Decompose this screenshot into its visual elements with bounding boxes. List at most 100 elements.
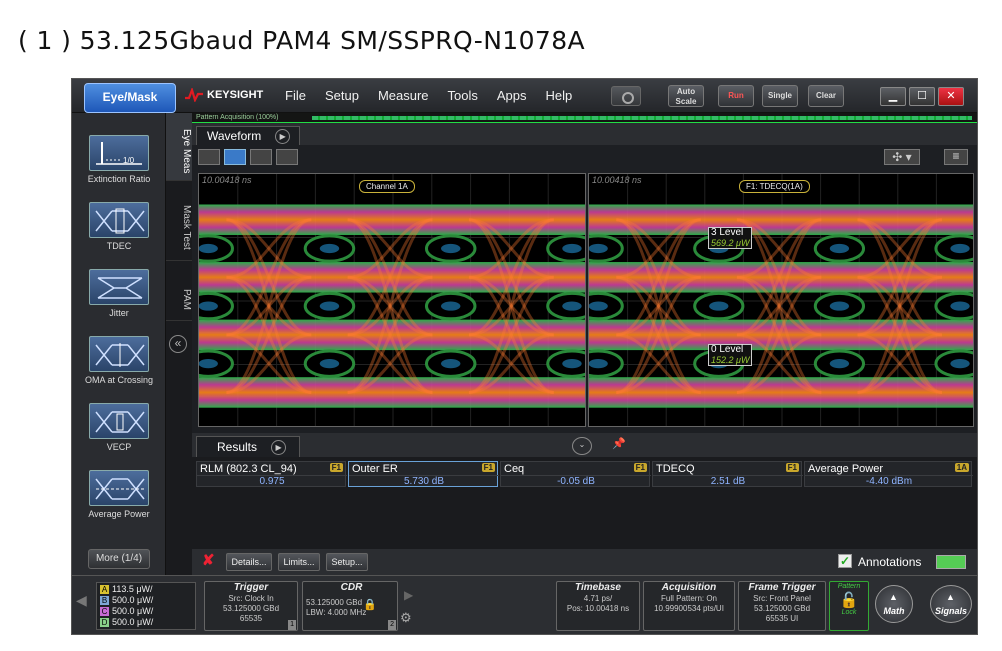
brand-name: KEYSIGHT bbox=[207, 89, 264, 101]
trigger-status[interactable]: Trigger Src: Clock In 53.125000 GBd 6553… bbox=[204, 581, 298, 631]
extinction-ratio-meas[interactable]: 1/0 Extinction Ratio bbox=[72, 135, 166, 184]
tdec-label: TDEC bbox=[106, 241, 132, 251]
layout-grid-icon[interactable] bbox=[276, 149, 298, 165]
frame-trigger-title: Frame Trigger bbox=[748, 582, 816, 593]
level-3-name: 3 Level bbox=[711, 227, 744, 238]
play-icon[interactable]: ▶ bbox=[275, 129, 291, 145]
channel-a-badge: A bbox=[100, 585, 109, 594]
single-button[interactable]: Single bbox=[762, 85, 798, 107]
acquisition-status[interactable]: Acquisition Full Pattern: On 10.99900534… bbox=[643, 581, 735, 631]
eye-diagram-tdecq[interactable]: 10.00418 ns F1: TDECQ(1A) 3 Level 569.2 … bbox=[588, 173, 974, 427]
vecp-icon bbox=[89, 403, 149, 439]
math-button[interactable]: ▲ Math bbox=[875, 585, 913, 623]
more-button[interactable]: More (1/4) bbox=[88, 549, 150, 569]
signals-button[interactable]: ▲ Signals bbox=[930, 585, 972, 623]
result-value: -4.40 dBm bbox=[805, 475, 973, 487]
result-average-power[interactable]: Average Power 1A -4.40 dBm bbox=[804, 461, 973, 487]
result-tdecq[interactable]: TDECQ F1 2.51 dB bbox=[652, 461, 803, 487]
menu-setup[interactable]: Setup bbox=[325, 88, 359, 103]
cdr-status[interactable]: CDR 53.125000 GBd LBW: 4.000 MHz 🔒 2 bbox=[302, 581, 398, 631]
collapse-panel-icon[interactable]: « bbox=[169, 335, 187, 353]
oma-label: OMA at Crossing bbox=[84, 375, 154, 385]
menu-file[interactable]: File bbox=[285, 88, 306, 103]
maximize-icon[interactable]: ☐ bbox=[909, 87, 935, 106]
frame-trigger-status[interactable]: Frame Trigger Src: Front Panel 53.125000… bbox=[738, 581, 826, 631]
eye-diagram-channel-1a[interactable]: 10.00418 ns Channel 1A bbox=[198, 173, 586, 427]
result-outer-er[interactable]: Outer ER F1 5.730 dB bbox=[348, 461, 499, 487]
top-toolbar: Eye/Mask KEYSIGHT File Setup Measure Too… bbox=[72, 79, 977, 113]
menu-measure[interactable]: Measure bbox=[378, 88, 429, 103]
scroll-right-icon[interactable]: ▶ bbox=[404, 588, 413, 602]
tab-eye-meas[interactable]: Eye Meas bbox=[166, 113, 192, 181]
layout-split-icon[interactable] bbox=[224, 149, 246, 165]
cdr-title: CDR bbox=[340, 582, 363, 593]
result-source-tag: 1A bbox=[954, 463, 969, 472]
timebase-status[interactable]: Timebase 4.71 ps/ Pos: 10.00418 ns bbox=[556, 581, 640, 631]
trigger-index-badge: 1 bbox=[288, 620, 296, 630]
channel-b-row: B 500.0 μW/ bbox=[100, 595, 195, 606]
cdr-index-badge: 2 bbox=[388, 620, 396, 630]
menu-apps[interactable]: Apps bbox=[497, 88, 527, 103]
level-0-annotation: 0 Level 152.2 μW bbox=[708, 344, 753, 366]
acquisition-progress-fill bbox=[312, 116, 972, 120]
channel-scales[interactable]: A 113.5 μW/ B 500.0 μW/ C 500.0 μW/ D 500.0 … bbox=[96, 582, 196, 630]
gear-icon[interactable]: ⚙ bbox=[400, 610, 412, 626]
average-power-label: Average Power bbox=[88, 509, 150, 519]
measurement-palette: 1/0 Extinction Ratio TDEC Jitter OMA at … bbox=[72, 113, 166, 575]
layout-single-icon[interactable] bbox=[198, 149, 220, 165]
tdec-meas[interactable]: TDEC bbox=[72, 202, 166, 251]
result-ceq[interactable]: Ceq F1 -0.05 dB bbox=[500, 461, 651, 487]
minimize-icon[interactable]: ▁ bbox=[880, 87, 906, 106]
details-button[interactable]: Details... bbox=[226, 553, 272, 571]
setup-button[interactable]: Setup... bbox=[326, 553, 368, 571]
result-rlm[interactable]: RLM (802.3 CL_94) F1 0.975 bbox=[196, 461, 347, 487]
camera-icon[interactable] bbox=[611, 86, 641, 106]
results-actions-row: ✘ Details... Limits... Setup... ✓ Annota… bbox=[192, 549, 977, 575]
eye-pattern-graphic bbox=[199, 174, 585, 426]
eye-pattern-graphic bbox=[589, 174, 973, 426]
limits-button[interactable]: Limits... bbox=[278, 553, 320, 571]
eye-mask-mode-button[interactable]: Eye/Mask bbox=[84, 83, 176, 113]
vecp-meas[interactable]: VECP bbox=[72, 403, 166, 452]
signals-label: Signals bbox=[934, 606, 967, 616]
figure-caption: ( 1 ) 53.125Gbaud PAM4 SM/SSPRQ-N1078A bbox=[18, 26, 586, 55]
close-icon[interactable]: ✕ bbox=[938, 87, 964, 106]
tab-results[interactable]: Results ▶ bbox=[196, 436, 300, 457]
average-power-meas[interactable]: Average Power bbox=[72, 470, 166, 519]
tdec-icon bbox=[89, 202, 149, 238]
oma-at-crossing-meas[interactable]: OMA at Crossing bbox=[72, 336, 166, 385]
scroll-left-icon[interactable]: ◀ bbox=[76, 592, 87, 609]
results-tab-row: Results ▶ ⌄ 📌 bbox=[192, 433, 977, 457]
result-name: Ceq bbox=[504, 463, 525, 475]
result-value: -0.05 dB bbox=[501, 475, 651, 487]
clear-button[interactable]: Clear bbox=[808, 85, 844, 107]
annotations-checkbox[interactable]: ✓ bbox=[838, 554, 852, 568]
extinction-ratio-label: Extinction Ratio bbox=[87, 174, 151, 184]
annotations-color-swatch[interactable] bbox=[936, 555, 966, 569]
cdr-loop-bandwidth: LBW: 4.000 MHz bbox=[306, 608, 367, 617]
auto-scale-button[interactable]: Auto Scale bbox=[668, 85, 704, 107]
keysight-wave-icon bbox=[185, 88, 203, 102]
expand-down-icon[interactable]: ⌄ bbox=[572, 437, 592, 455]
timestamp-label: 10.00418 ns bbox=[202, 175, 252, 185]
pan-cursor-icon[interactable]: ✣ ▾ bbox=[884, 149, 920, 165]
play-icon[interactable]: ▶ bbox=[271, 440, 287, 456]
pattern-lock-status[interactable]: Pattern 🔓 Lock bbox=[829, 581, 869, 631]
menu-help[interactable]: Help bbox=[546, 88, 573, 103]
run-button[interactable]: Run bbox=[718, 85, 754, 107]
tab-pam[interactable]: PAM bbox=[166, 261, 192, 321]
jitter-meas[interactable]: Jitter bbox=[72, 269, 166, 318]
timestamp-label: 10.00418 ns bbox=[592, 175, 642, 185]
hamburger-menu-icon[interactable]: ≡ bbox=[944, 149, 968, 165]
waveform-tab-label: Waveform bbox=[207, 129, 262, 143]
pin-icon[interactable]: 📌 bbox=[612, 437, 626, 450]
tab-waveform[interactable]: Waveform ▶ bbox=[196, 126, 300, 145]
layout-stacked-icon[interactable] bbox=[250, 149, 272, 165]
pattern-lock-label: Lock bbox=[841, 609, 857, 616]
channel-d-scale: 500.0 μW/ bbox=[112, 617, 154, 627]
delete-x-icon[interactable]: ✘ bbox=[202, 553, 215, 569]
menu-tools[interactable]: Tools bbox=[448, 88, 478, 103]
result-name: Outer ER bbox=[352, 463, 398, 475]
math-label: Math bbox=[883, 606, 905, 616]
tab-mask-test[interactable]: Mask Test bbox=[166, 181, 192, 261]
